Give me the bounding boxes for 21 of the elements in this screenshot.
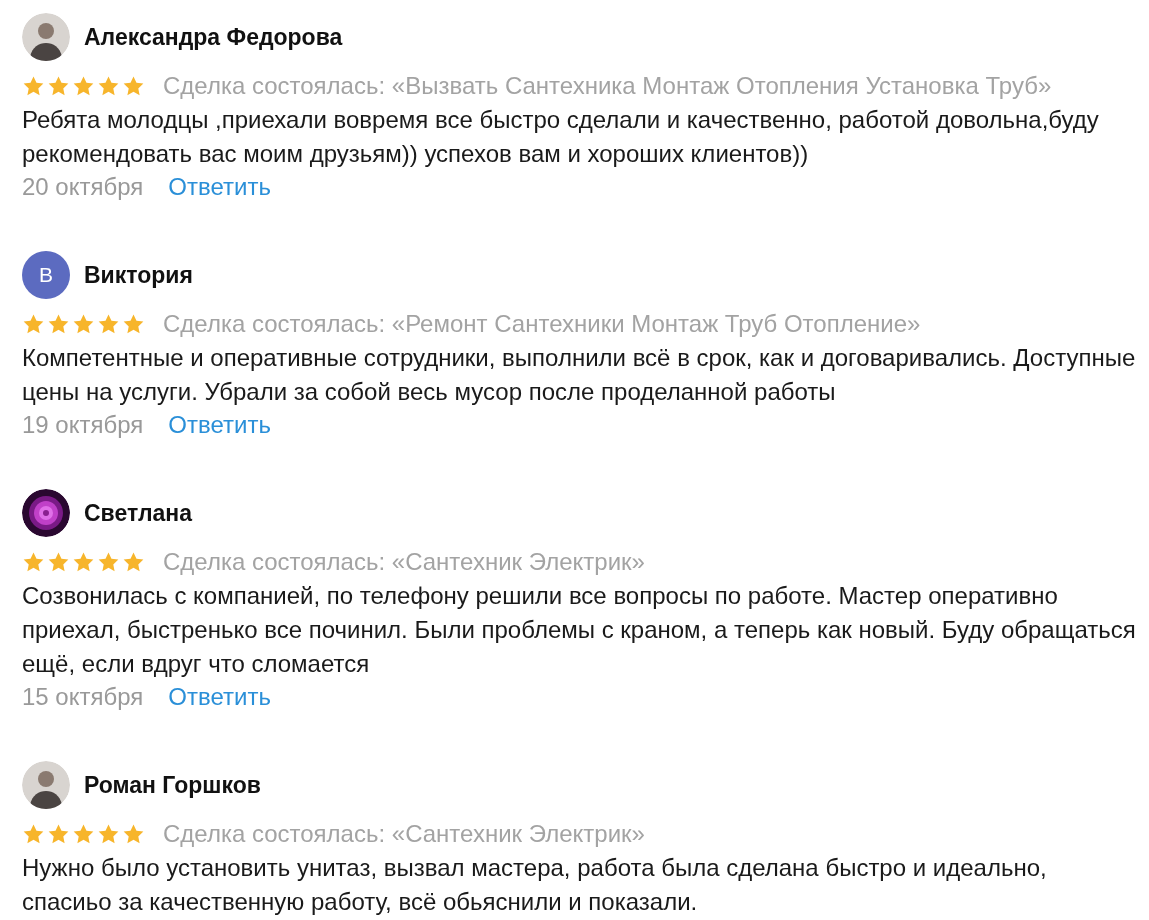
review-date: 19 октября [22, 410, 144, 440]
avatar-icon: В [22, 251, 70, 299]
reply-link[interactable]: Ответить [168, 409, 271, 441]
deal-text: Сделка состоялась: «Сантехник Электрик» [163, 548, 645, 576]
avatar-icon [22, 761, 70, 809]
reply-link[interactable]: Ответить [168, 681, 271, 713]
author-name: Виктория [84, 261, 193, 289]
deal-text: Сделка состоялась: «Сантехник Электрик» [163, 820, 645, 848]
reply-link[interactable]: Ответить [168, 171, 271, 203]
author-name: Светлана [84, 499, 192, 527]
author-name: Александра Федорова [84, 23, 343, 51]
review-text: Ребята молодцы ,приехали вовремя все быстро сделали и качественно, работой довольна,буду рекомендовать вас моим друзьям)) успехов вам и хороших клиентов)) [22, 105, 1100, 169]
review-text: Нужно было установить унитаз, вызвал мастера, работа была сделана быстро и идеально, спасиьо за качественную работу, всё обьяснили и показали. [22, 853, 1048, 917]
author-name: Роман Горшков [84, 771, 261, 799]
review-date: 15 октября [22, 682, 144, 712]
deal-text: Сделка состоялась: «Ремонт Сантехники Монтаж Труб Отопление» [163, 310, 921, 338]
avatar-icon [22, 13, 70, 61]
deal-text: Сделка состоялась: «Вызвать Сантехника Монтаж Отопления Установка Труб» [163, 72, 1052, 100]
review-text: Компетентные и оперативные сотрудники, выполнили всё в срок, как и договаривались. Доступные цены на услуги. Убрали за собой весь мусор после проделанной работы [22, 343, 1137, 407]
review-text: Созвонилась с компанией, по телефону решили все вопросы по работе. Мастер оперативно приехал, быстренько все починил. Были проблемы с краном, а теперь как новый. Буду обращаться ещё, если вдруг что сломается [22, 581, 1137, 679]
review-date: 20 октября [22, 172, 144, 202]
